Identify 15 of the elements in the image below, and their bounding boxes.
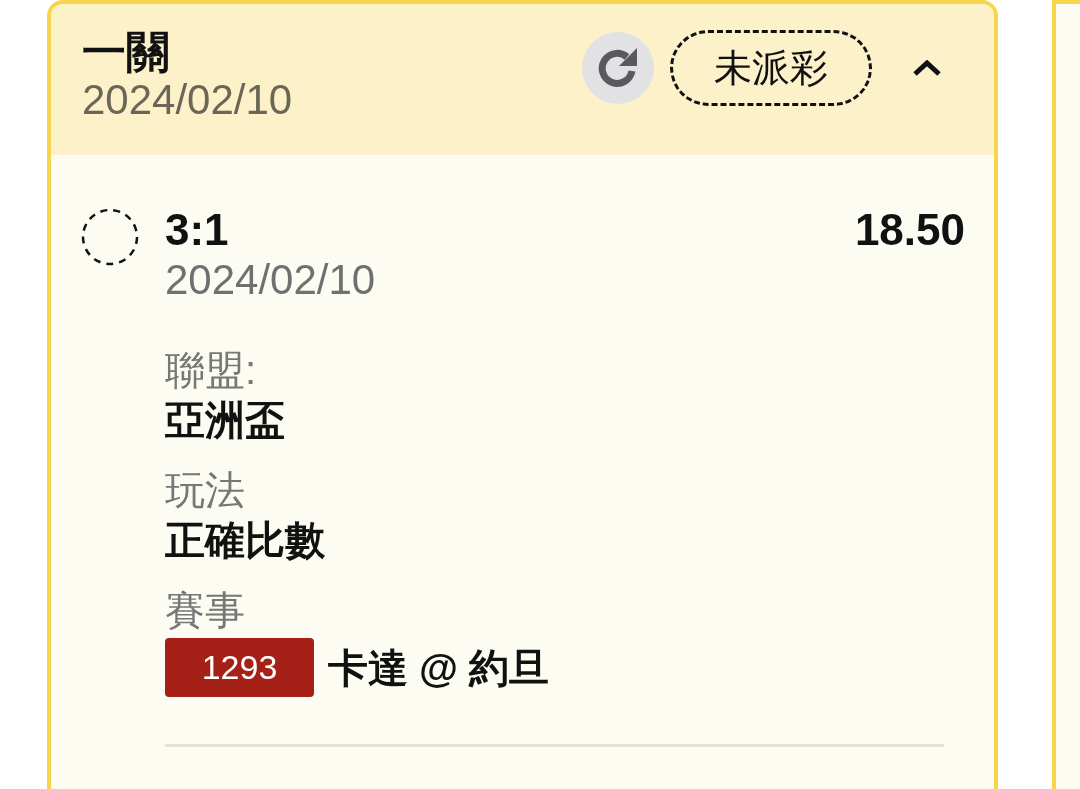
event-number: 1293: [165, 638, 314, 697]
bet-selection: 3:1: [165, 205, 229, 255]
detail-value: 正確比數: [165, 517, 326, 564]
detail-label: 賽事: [165, 587, 246, 634]
match-teams: 卡達 @ 約旦: [328, 644, 550, 692]
bet-date: 2024/02/10: [82, 76, 293, 124]
chevron-icon: [913, 60, 941, 76]
status-label: 未派彩: [670, 30, 872, 106]
match-date: 2024/02/10: [165, 255, 377, 305]
detail-label: 玩法: [165, 467, 246, 514]
detail-value: 亞洲盃: [165, 397, 286, 444]
bet-type-title: 一關: [82, 28, 171, 76]
detail-label: 聯盟:: [165, 347, 258, 394]
dashed-circle-icon: [81, 208, 139, 266]
odds-value: 18.50: [854, 205, 965, 255]
